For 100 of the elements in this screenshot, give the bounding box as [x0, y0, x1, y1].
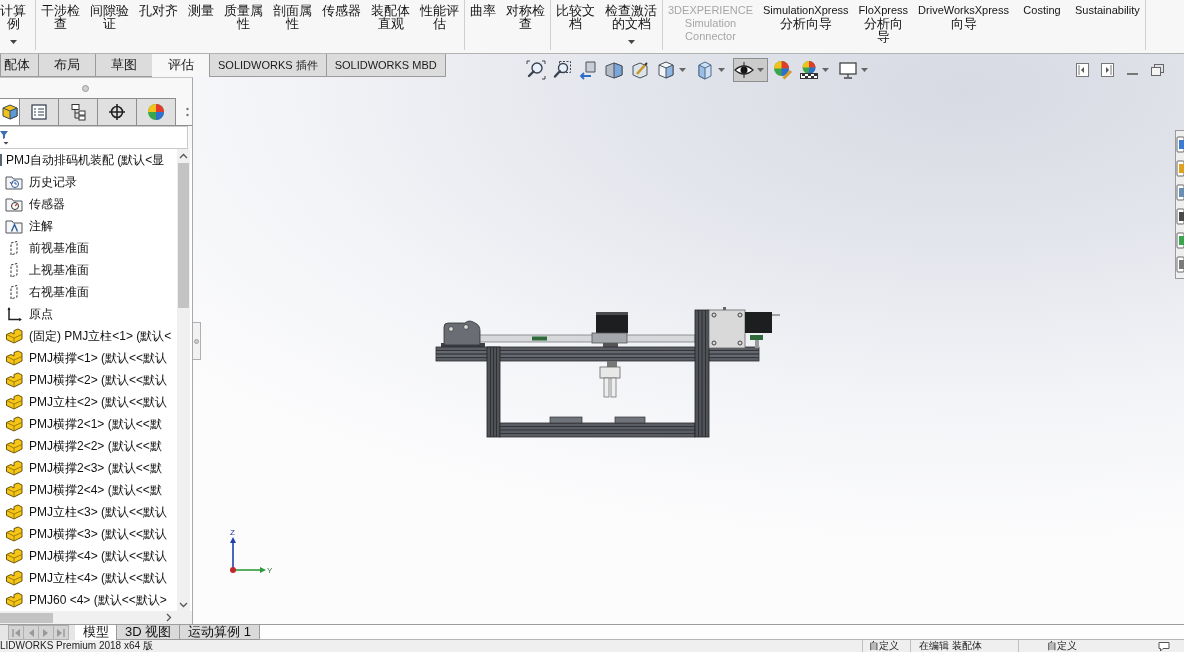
annotation-folder-icon [5, 218, 23, 234]
tree-item[interactable]: PMJ自动排码机装配 (默认<显 [0, 149, 165, 171]
scrollbar-thumb[interactable] [0, 612, 53, 623]
sheet-tab[interactable]: 3D 视图 [116, 625, 181, 640]
pie-icon [147, 103, 165, 121]
view-tool-button[interactable] [524, 58, 547, 82]
tree-item[interactable]: PMJ立柱<2> (默认<<默认 [0, 391, 168, 413]
more-icon[interactable] [186, 106, 189, 117]
part-icon [5, 460, 23, 476]
cube-icon [0, 103, 19, 121]
tree-item[interactable]: PMJ立柱<3> (默认<<默认 [0, 501, 168, 523]
status-field: 在编辑 装配体 [910, 640, 1018, 652]
view-tool-button[interactable] [732, 58, 768, 82]
ribbon-button[interactable]: 剖面属 性 [268, 0, 317, 50]
tile-left-icon[interactable] [1076, 63, 1089, 77]
tree-item[interactable]: PMJ横撑<4> (默认<<默认 [0, 545, 168, 567]
tree-item[interactable]: (固定) PMJ立柱<1> (默认< [0, 325, 172, 347]
ribbon-button[interactable]: Sustainability [1070, 0, 1145, 50]
part-icon [5, 416, 23, 432]
tree-item[interactable]: PMJ横撑<1> (默认<<默认 [0, 347, 168, 369]
part-icon [5, 504, 23, 520]
origin-icon [5, 306, 23, 322]
scroll-right-icon [166, 613, 172, 622]
ball-pencil-icon [772, 60, 793, 80]
scrollbar-track[interactable] [0, 611, 192, 624]
tree-item[interactable]: 注解 [0, 215, 53, 237]
ribbon-button[interactable]: SimulationXpress 分析向导 [758, 0, 854, 50]
part-icon [5, 350, 23, 366]
skip-last-icon [57, 628, 65, 637]
monitor-icon [837, 60, 858, 80]
filter-field[interactable] [0, 126, 188, 149]
tree-item[interactable]: PMJ横撑2<2> (默认<<默 [0, 435, 162, 457]
tree-item[interactable]: PMJ立柱<4> (默认<<默认 [0, 567, 168, 589]
tree-item[interactable]: PMJ60 <4> (默认<<默认> [0, 589, 167, 611]
ribbon-button[interactable]: 性能评 估 [415, 0, 464, 50]
arrow-right-icon [43, 628, 49, 637]
arrow-left-icon [28, 628, 34, 637]
assembly-icon [0, 152, 3, 168]
scrollbar-thumb[interactable] [178, 163, 189, 308]
sheet-tab[interactable]: 模型 [75, 625, 117, 640]
tree-item[interactable]: 前视基准面 [0, 237, 89, 259]
tile-right-icon[interactable] [1101, 63, 1114, 77]
tree-item[interactable]: 右视基准面 [0, 281, 89, 303]
ribbon-button[interactable]: 传感器 [317, 0, 366, 50]
ribbon-button[interactable]: 曲率 [465, 0, 501, 50]
scroll-up-icon [179, 153, 188, 159]
tree-item[interactable]: 历史记录 [0, 171, 77, 193]
ribbon-button[interactable]: 装配体 直观 [366, 0, 415, 50]
task-pane-tab-icon[interactable] [1176, 207, 1184, 226]
part-icon [5, 482, 23, 498]
scrollbar-track[interactable] [177, 149, 190, 611]
y-axis-arrow [234, 567, 266, 573]
part-icon [5, 394, 23, 410]
ribbon-button[interactable]: 干涉检 查 [36, 0, 85, 50]
panel-tab[interactable] [97, 98, 137, 125]
tree-item[interactable]: 上视基准面 [0, 259, 89, 281]
part-icon [5, 526, 23, 542]
command-tab[interactable]: 配体 [0, 54, 39, 77]
ribbon-button[interactable]: DriveWorksXpress 向导 [913, 0, 1014, 50]
ribbon-button[interactable]: 对称检 查 [501, 0, 550, 50]
tree-item[interactable]: 原点 [0, 303, 53, 325]
tree-item[interactable]: PMJ横撑2<3> (默认<<默 [0, 457, 162, 479]
ribbon-button[interactable]: 检查激活 的文档 [600, 0, 662, 50]
command-tab[interactable]: 草图 [95, 54, 153, 77]
ribbon-button[interactable]: 质量属 性 [219, 0, 268, 50]
command-tab[interactable]: 布局 [38, 54, 96, 77]
skip-first-icon [12, 628, 20, 637]
task-pane-tab-icon[interactable] [1176, 255, 1184, 274]
box-arrow-icon [577, 60, 598, 80]
ribbon-button[interactable]: 孔对齐 [134, 0, 183, 50]
ribbon-button[interactable]: 测量 [183, 0, 219, 50]
tree-item[interactable]: PMJ横撑<2> (默认<<默认 [0, 369, 168, 391]
part-icon [5, 372, 23, 388]
command-tab[interactable]: SOLIDWORKS MBD [325, 54, 446, 77]
speech-bubble-icon [1158, 640, 1170, 652]
tree-item[interactable]: PMJ横撑2<1> (默认<<默 [0, 413, 162, 435]
panel-tab[interactable] [58, 98, 98, 125]
ribbon-button[interactable]: 计算 例 [0, 0, 35, 50]
panel-tab[interactable] [0, 98, 20, 125]
tree-item[interactable]: PMJ横撑<3> (默认<<默认 [0, 523, 168, 545]
ribbon-button[interactable]: FloXpress 分析向 导 [853, 0, 914, 50]
tree-item[interactable]: 传感器 [0, 193, 65, 215]
cube-icon [655, 60, 676, 80]
tree-item[interactable]: PMJ横撑2<4> (默认<<默 [0, 479, 162, 501]
panel-collapse-handle[interactable] [193, 322, 201, 360]
product-version-text: LIDWORKS Premium 2018 x64 版 [0, 640, 153, 652]
sheet-tab[interactable]: 运动算例 1 [179, 625, 261, 640]
task-pane-tab-icon[interactable] [1176, 135, 1184, 154]
command-tab[interactable]: SOLIDWORKS 插件 [209, 54, 327, 77]
axis-label: Y [267, 566, 273, 575]
ribbon-button[interactable]: Costing [1014, 0, 1070, 50]
part-icon [5, 592, 23, 608]
tree-icon [69, 103, 87, 121]
restore-icon[interactable] [1151, 63, 1164, 77]
ribbon-button[interactable]: 间隙验 证 [85, 0, 134, 50]
scroll-down-icon [179, 602, 188, 608]
part-icon [5, 328, 23, 344]
part-icon [5, 548, 23, 564]
status-field: 自定义 [862, 640, 910, 652]
ribbon-button[interactable]: 比较文 档 [551, 0, 600, 50]
